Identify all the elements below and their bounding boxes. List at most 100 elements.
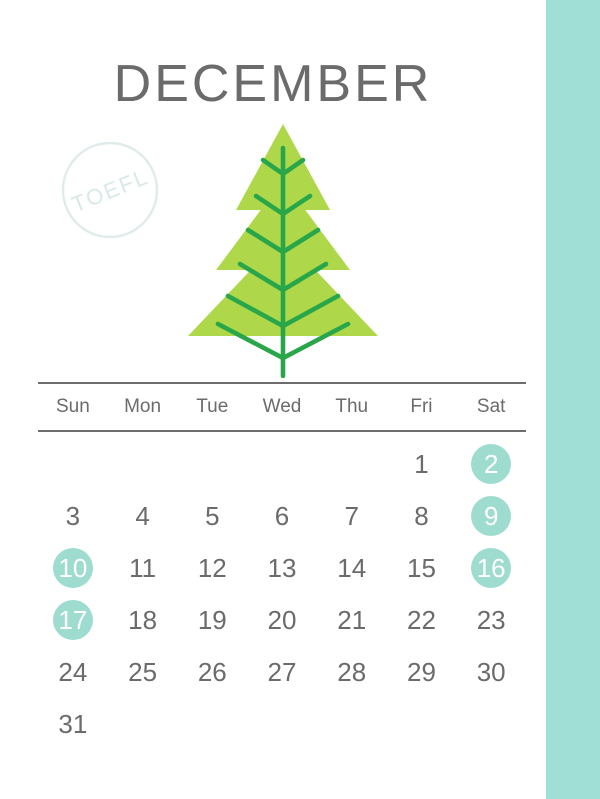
day-cell[interactable]: 25 (108, 646, 178, 698)
day-number-19[interactable]: 19 (192, 600, 232, 640)
day-cell[interactable]: 26 (177, 646, 247, 698)
calendar-week-row: 3456789 (38, 490, 526, 542)
weekday-header-thu: Thu (335, 396, 369, 417)
day-number-22[interactable]: 22 (401, 600, 441, 640)
day-number-14[interactable]: 14 (332, 548, 372, 588)
weekday-header-tue: Tue (196, 396, 229, 417)
day-cell[interactable]: 20 (247, 594, 317, 646)
day-cell (317, 698, 387, 750)
day-number-2[interactable]: 2 (471, 444, 512, 484)
day-cell[interactable]: 24 (38, 646, 108, 698)
day-cell[interactable]: 17 (38, 594, 108, 646)
day-number-17[interactable]: 17 (52, 600, 93, 640)
day-number-4[interactable]: 4 (123, 496, 163, 536)
side-accent-band (546, 0, 600, 799)
day-number-12[interactable]: 12 (192, 548, 232, 588)
day-number-16[interactable]: 16 (471, 548, 512, 588)
day-number-18[interactable]: 18 (123, 600, 163, 640)
day-cell[interactable]: 15 (387, 542, 457, 594)
weekday-header-mon: Mon (124, 396, 162, 417)
day-number-5[interactable]: 5 (192, 496, 232, 536)
day-empty (332, 444, 372, 484)
day-cell[interactable]: 29 (387, 646, 457, 698)
calendar-week-row: 24 25 26 27 28 29 30 (38, 646, 526, 698)
day-number-27[interactable]: 27 (262, 652, 302, 692)
day-number-29[interactable]: 29 (401, 652, 441, 692)
day-number-21[interactable]: 21 (332, 600, 372, 640)
weekday-header-row: Sun Mon Tue Wed Thu Fri Sat (38, 384, 526, 430)
day-empty (401, 704, 441, 744)
calendar-grid: Sun Mon Tue Wed Thu Fri Sat 1 2 3 4 5 6 7 8 9 10 11 12 13 1… (38, 382, 526, 750)
christmas-tree-illustration (178, 118, 388, 378)
day-cell[interactable]: 12 (177, 542, 247, 594)
calendar-week-row: 31 (38, 698, 526, 750)
day-number-15[interactable]: 15 (401, 548, 441, 588)
day-cell[interactable]: 11 (108, 542, 178, 594)
day-cell[interactable]: 23 (456, 594, 526, 646)
day-empty (192, 444, 232, 484)
calendar-rule-bottom (38, 430, 526, 432)
weekday-header-sat: Sat (476, 396, 506, 417)
day-number-28[interactable]: 28 (332, 652, 372, 692)
day-cell (177, 438, 247, 490)
day-number-26[interactable]: 26 (192, 652, 232, 692)
day-cell[interactable]: 19 (177, 594, 247, 646)
day-number-23[interactable]: 23 (471, 600, 511, 640)
day-cell[interactable]: 9 (456, 490, 526, 542)
day-cell[interactable]: 30 (456, 646, 526, 698)
day-number-11[interactable]: 11 (123, 548, 163, 588)
day-cell[interactable]: 5 (177, 490, 247, 542)
day-number-20[interactable]: 20 (262, 600, 302, 640)
calendar-week-row: 17 18 19 20 21 22 23 (38, 594, 526, 646)
day-number-3[interactable]: 3 (53, 496, 93, 536)
day-empty (53, 444, 93, 484)
day-number-13[interactable]: 13 (262, 548, 302, 588)
day-number-30[interactable]: 30 (471, 652, 511, 692)
day-empty (192, 704, 232, 744)
day-number-24[interactable]: 24 (53, 652, 93, 692)
day-empty (471, 704, 511, 744)
day-cell[interactable]: 10 (38, 542, 108, 594)
day-cell (108, 698, 178, 750)
day-cell (38, 438, 108, 490)
day-cell[interactable]: 28 (317, 646, 387, 698)
day-empty (123, 704, 163, 744)
day-empty (332, 704, 372, 744)
day-cell (387, 698, 457, 750)
day-number-1[interactable]: 1 (401, 444, 441, 484)
day-number-9[interactable]: 9 (471, 496, 512, 536)
day-cell[interactable]: 4 (108, 490, 178, 542)
day-cell (247, 438, 317, 490)
day-number-6[interactable]: 6 (262, 496, 302, 536)
day-cell[interactable]: 21 (317, 594, 387, 646)
calendar-week-row: 12 (38, 438, 526, 490)
day-number-8[interactable]: 8 (401, 496, 441, 536)
weekday-header-fri: Fri (410, 396, 433, 417)
toefl-stamp-watermark: TOEFL (58, 138, 162, 242)
day-cell (108, 438, 178, 490)
day-number-7[interactable]: 7 (332, 496, 372, 536)
day-cell (247, 698, 317, 750)
day-cell[interactable]: 18 (108, 594, 178, 646)
day-cell[interactable]: 1 (387, 438, 457, 490)
day-cell[interactable]: 6 (247, 490, 317, 542)
day-cell[interactable]: 22 (387, 594, 457, 646)
page-title: DECEMBER (113, 55, 433, 113)
day-number-10[interactable]: 10 (52, 548, 93, 588)
day-empty (262, 444, 302, 484)
day-number-25[interactable]: 25 (123, 652, 163, 692)
day-cell (456, 698, 526, 750)
day-cell[interactable]: 8 (387, 490, 457, 542)
day-cell[interactable]: 3 (38, 490, 108, 542)
day-cell[interactable]: 7 (317, 490, 387, 542)
day-cell[interactable]: 14 (317, 542, 387, 594)
day-cell[interactable]: 16 (456, 542, 526, 594)
day-empty (123, 444, 163, 484)
svg-text:TOEFL: TOEFL (68, 164, 152, 217)
day-cell[interactable]: 13 (247, 542, 317, 594)
day-number-31[interactable]: 31 (53, 704, 93, 744)
weekday-header-sun: Sun (55, 396, 90, 417)
day-cell[interactable]: 31 (38, 698, 108, 750)
day-cell[interactable]: 27 (247, 646, 317, 698)
day-cell[interactable]: 2 (456, 438, 526, 490)
